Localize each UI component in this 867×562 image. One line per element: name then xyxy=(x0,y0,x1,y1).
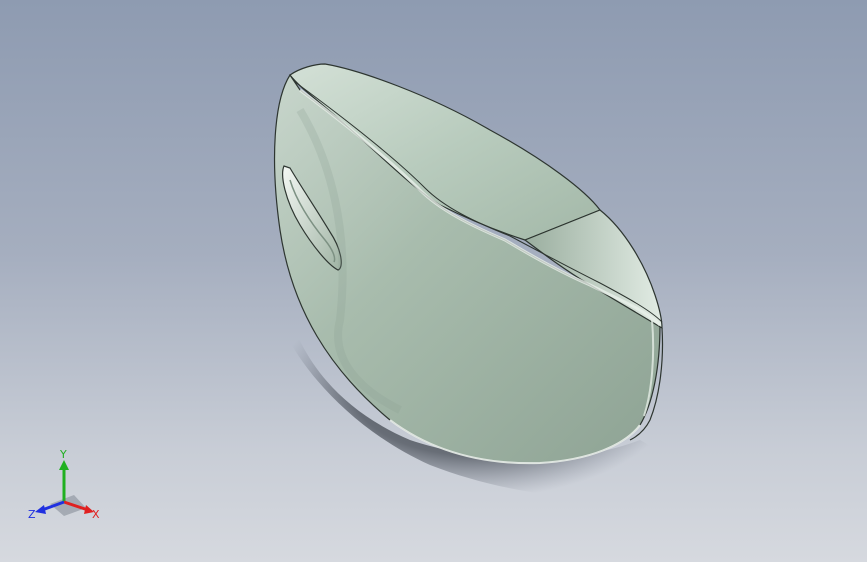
view-orientation-triad: Y X Z xyxy=(28,448,100,521)
triad-x-label: X xyxy=(92,508,100,521)
graphics-viewport[interactable]: Y X Z xyxy=(0,0,867,562)
model-view[interactable] xyxy=(0,0,867,562)
triad-y-label: Y xyxy=(59,448,67,461)
triad-z-label: Z xyxy=(28,508,36,521)
